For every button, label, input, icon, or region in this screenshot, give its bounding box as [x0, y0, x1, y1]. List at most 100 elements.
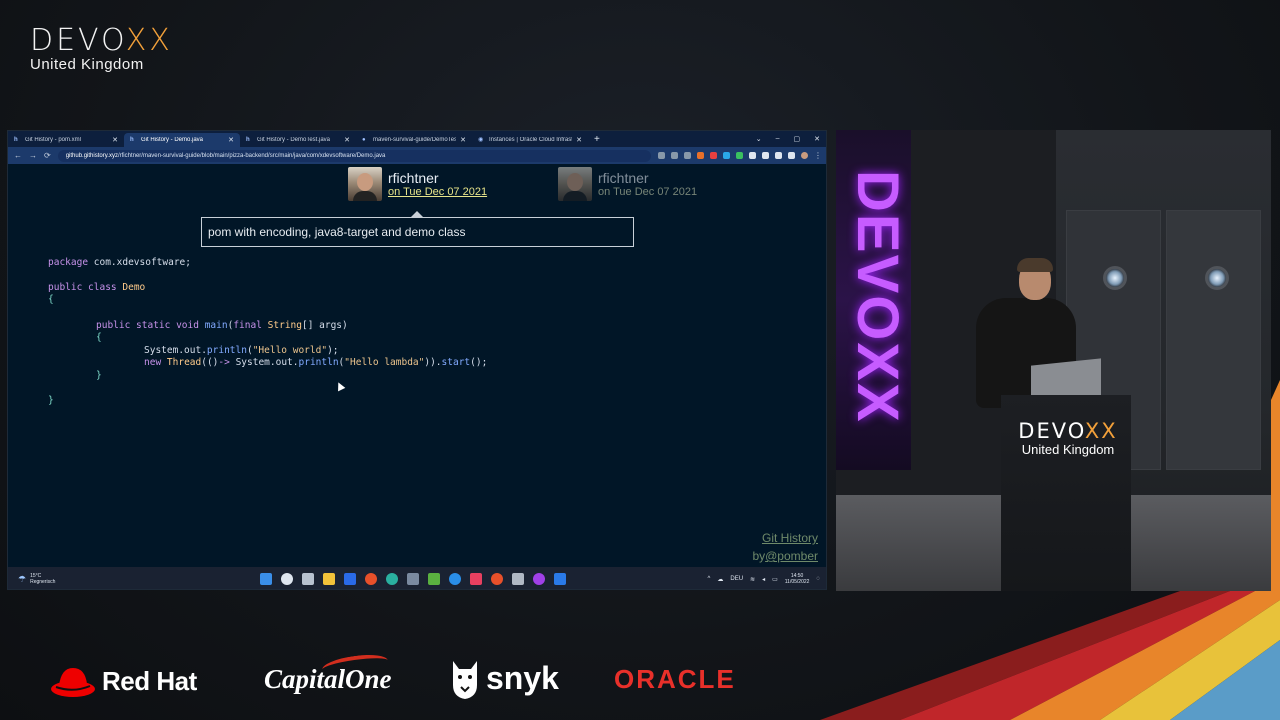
profile-avatar-icon[interactable] — [801, 152, 808, 159]
menu-kebab-icon[interactable]: ⋮ — [814, 151, 822, 160]
credit-by: by — [752, 549, 766, 563]
tab-close-icon[interactable]: ✕ — [460, 136, 466, 144]
app-icon[interactable] — [449, 573, 461, 585]
avatar — [558, 167, 592, 201]
intellij-icon[interactable] — [470, 573, 482, 585]
notification-icon[interactable]: ◌ — [816, 576, 820, 582]
logo-xx: XX — [125, 23, 173, 58]
vscode-icon[interactable] — [554, 573, 566, 585]
tab-close-icon[interactable]: ✕ — [576, 136, 582, 144]
battery-icon[interactable]: ▭ — [772, 576, 778, 583]
tab-search-icon[interactable]: ⌄ — [756, 135, 762, 143]
banner-word: DEVOXX — [845, 170, 910, 424]
tab-title: Git History - pom.xml — [25, 137, 82, 143]
commit-date-link[interactable]: on Tue Dec 07 2021 — [388, 186, 487, 198]
weather-widget[interactable]: ☂ 15°C Regnerisch — [8, 573, 208, 585]
notepad-icon[interactable] — [428, 573, 440, 585]
maximize-button[interactable]: ▢ — [794, 135, 801, 143]
tab-oracle-cloud[interactable]: ◉ Instances | Oracle Cloud Infrastr ✕ — [472, 133, 588, 147]
tab-title: Git History - Demo.java — [141, 137, 204, 143]
file-explorer-icon[interactable] — [323, 573, 335, 585]
extension-icon[interactable] — [788, 152, 795, 159]
presentation-screen: h Git History - pom.xml ✕ h Git History … — [7, 130, 827, 590]
tab-demo-java[interactable]: h Git History - Demo.java ✕ — [124, 133, 240, 147]
stripe-orange — [1010, 591, 1280, 720]
extension-icon[interactable] — [749, 152, 756, 159]
weather-umbrella-icon: ☂ — [18, 573, 27, 584]
code-token: (); — [470, 357, 488, 368]
code-line: { — [96, 332, 102, 343]
share-icon[interactable] — [671, 152, 678, 159]
sponsor-name: Red Hat — [102, 665, 197, 696]
url-field[interactable]: github.githistory.xyz/rfichtner/maven-su… — [57, 149, 651, 162]
clock[interactable]: 14:50 11/05/2022 — [785, 573, 810, 585]
app-icon[interactable] — [491, 573, 503, 585]
forward-icon[interactable]: → — [29, 151, 37, 160]
chrome-icon[interactable] — [365, 573, 377, 585]
terminal-icon[interactable] — [407, 573, 419, 585]
code-token: System.out. — [229, 357, 299, 368]
githistory-favicon-icon: h — [130, 136, 134, 143]
code-token: "Hello lambda" — [344, 357, 425, 368]
commit-message: pom with encoding, java8-target and demo… — [201, 211, 634, 247]
settings-gear-icon[interactable] — [512, 573, 524, 585]
sidebar-icon[interactable] — [775, 152, 782, 159]
bookmark-star-icon[interactable] — [684, 152, 691, 159]
tab-demotest-java[interactable]: h Git History - DemoTest.java ✕ — [240, 133, 356, 147]
extension-icon[interactable] — [710, 152, 717, 159]
extension-icons: ⋮ — [658, 151, 822, 160]
commit-current[interactable]: rfichtner on Tue Dec 07 2021 — [348, 167, 487, 201]
extension-icon[interactable] — [697, 152, 704, 159]
minimize-button[interactable]: – — [776, 135, 780, 143]
code-token: String — [267, 320, 302, 331]
code-token: com.xdevsoftware; — [88, 257, 191, 268]
commit-next[interactable]: rfichtner on Tue Dec 07 2021 — [558, 167, 697, 201]
extension-icon[interactable] — [736, 152, 743, 159]
tab-pom-xml[interactable]: h Git History - pom.xml ✕ — [8, 133, 124, 147]
speaker-camera: DEVOXX DEVOXX United Kingdom — [836, 130, 1271, 591]
close-window-button[interactable]: ✕ — [814, 135, 820, 143]
git-history-link[interactable]: Git History — [762, 531, 818, 545]
url-path: /rfichtner/maven-survival-guide/blob/mai… — [117, 152, 386, 159]
extension-icon[interactable] — [723, 152, 730, 159]
podium-subtitle: United Kingdom — [1021, 442, 1115, 457]
commit-author: rfichtner — [388, 170, 439, 186]
zoom-icon[interactable] — [658, 152, 665, 159]
edge-icon[interactable] — [386, 573, 398, 585]
speaker-hair — [1017, 258, 1053, 272]
wifi-icon[interactable]: ≋ — [750, 576, 755, 583]
tab-close-icon[interactable]: ✕ — [112, 136, 118, 144]
code-line: package com.xdevsoftware; — [48, 257, 191, 268]
commit-date: on Tue Dec 07 2021 — [598, 186, 698, 198]
git-history-view: rfichtner on Tue Dec 07 2021 rfichtner o… — [8, 164, 826, 567]
code-line: } — [48, 395, 54, 406]
code-line: public class Demo — [48, 282, 145, 293]
reload-icon[interactable]: ⟳ — [44, 151, 51, 160]
code-token: println — [206, 345, 247, 356]
windows-start-icon[interactable] — [260, 573, 272, 585]
obs-icon[interactable] — [533, 573, 545, 585]
clock-date: 11/05/2022 — [784, 579, 810, 585]
tab-close-icon[interactable]: ✕ — [228, 136, 234, 144]
volume-icon[interactable]: ◂ — [762, 576, 765, 583]
task-view-icon[interactable] — [302, 573, 314, 585]
tray-chevron-icon[interactable]: ^ — [708, 576, 711, 582]
code-token: println — [298, 357, 339, 368]
language-indicator[interactable]: DEU — [730, 576, 743, 582]
code-token: public static void — [96, 320, 199, 331]
cloud-icon[interactable]: ☁ — [717, 576, 723, 583]
devoxx-logo: DEVOXX United Kingdom — [30, 23, 173, 74]
window-controls: ⌄ – ▢ ✕ — [756, 135, 826, 143]
tab-title: maven-survival-guide/DemoTes — [373, 137, 457, 143]
mail-icon[interactable] — [344, 573, 356, 585]
back-icon[interactable]: ← — [14, 151, 22, 160]
puzzle-icon[interactable] — [762, 152, 769, 159]
new-tab-button[interactable]: + — [588, 134, 606, 145]
sponsor-capitalone: CapitalOne — [264, 651, 392, 695]
pomber-link[interactable]: @pomber — [765, 549, 818, 563]
search-icon[interactable] — [281, 573, 293, 585]
code-token: System.out. — [144, 345, 207, 356]
avatar — [348, 167, 382, 201]
tab-github[interactable]: ● maven-survival-guide/DemoTes ✕ — [356, 133, 472, 147]
tab-close-icon[interactable]: ✕ — [344, 136, 350, 144]
